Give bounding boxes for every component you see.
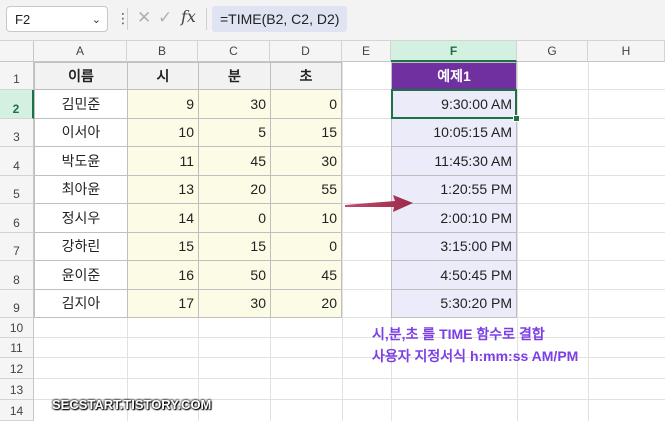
- select-all-corner[interactable]: [0, 41, 34, 62]
- name-cell[interactable]: 최아윤: [34, 175, 128, 204]
- watermark: SECSTART.TISTORY.COM: [52, 397, 212, 412]
- table-header-minute[interactable]: 분: [198, 62, 271, 90]
- name-cell[interactable]: 김지아: [34, 289, 128, 318]
- name-cell[interactable]: 강하린: [34, 232, 128, 261]
- time-result-cell[interactable]: 11:45:30 AM: [391, 146, 517, 176]
- minute-cell[interactable]: 30: [198, 89, 271, 119]
- minute-cell[interactable]: 45: [198, 146, 271, 176]
- column-header-b[interactable]: B: [127, 41, 198, 62]
- hour-cell[interactable]: 10: [127, 118, 199, 147]
- table-header-name[interactable]: 이름: [34, 62, 128, 90]
- formula-bar: F2 ⌄ ⋮ ✕ ✓ fx =TIME(B2, C2, D2): [0, 0, 665, 40]
- table-header-second[interactable]: 초: [270, 62, 342, 90]
- column-header-d[interactable]: D: [270, 41, 342, 62]
- second-cell[interactable]: 15: [270, 118, 342, 147]
- column-header-a[interactable]: A: [34, 41, 127, 62]
- check-icon[interactable]: ✓: [158, 8, 172, 28]
- minute-cell[interactable]: 5: [198, 118, 271, 147]
- cross-icon[interactable]: ✕: [137, 8, 151, 28]
- hour-cell[interactable]: 17: [127, 289, 199, 318]
- annotation-line-1: 시,분,초 를 TIME 함수로 결합: [372, 326, 545, 342]
- gridline: [342, 62, 343, 421]
- row-header-9[interactable]: 9: [0, 290, 34, 318]
- hour-cell[interactable]: 15: [127, 232, 199, 261]
- hour-cell[interactable]: 13: [127, 175, 199, 204]
- name-cell[interactable]: 윤이준: [34, 260, 128, 290]
- name-box-value: F2: [15, 12, 31, 27]
- minute-cell[interactable]: 20: [198, 175, 271, 204]
- row-header-2[interactable]: 2: [0, 90, 34, 119]
- row-header-1[interactable]: 1: [0, 62, 34, 90]
- row-header-4[interactable]: 4: [0, 147, 34, 176]
- name-cell[interactable]: 이서아: [34, 118, 128, 147]
- minute-cell[interactable]: 30: [198, 289, 271, 318]
- column-header-g[interactable]: G: [517, 41, 588, 62]
- chevron-down-icon[interactable]: ⌄: [92, 13, 101, 26]
- formula-input[interactable]: =TIME(B2, C2, D2): [212, 6, 348, 32]
- arrow-right-icon: [345, 195, 413, 212]
- row-header-3[interactable]: 3: [0, 119, 34, 147]
- second-cell[interactable]: 10: [270, 203, 342, 233]
- divider: [206, 8, 207, 30]
- gridline: [34, 337, 665, 338]
- second-cell[interactable]: 0: [270, 89, 342, 119]
- gridline: [34, 378, 665, 379]
- minute-cell[interactable]: 50: [198, 260, 271, 290]
- divider: [127, 8, 128, 30]
- example-header[interactable]: 예제1: [391, 62, 517, 90]
- time-result-cell[interactable]: 5:30:20 PM: [391, 289, 517, 318]
- hour-cell[interactable]: 14: [127, 203, 199, 233]
- gridline: [588, 62, 589, 421]
- row-header-14[interactable]: 14: [0, 400, 34, 421]
- hour-cell[interactable]: 11: [127, 146, 199, 176]
- name-cell[interactable]: 김민준: [34, 89, 128, 119]
- row-header-8[interactable]: 8: [0, 261, 34, 290]
- hour-cell[interactable]: 9: [127, 89, 199, 119]
- time-result-cell[interactable]: 3:15:00 PM: [391, 232, 517, 261]
- insert-function-icon[interactable]: fx: [181, 7, 196, 26]
- name-box[interactable]: F2 ⌄: [6, 6, 108, 32]
- time-result-cell[interactable]: 10:05:15 AM: [391, 118, 517, 147]
- second-cell[interactable]: 0: [270, 232, 342, 261]
- second-cell[interactable]: 20: [270, 289, 342, 318]
- row-header-5[interactable]: 5: [0, 176, 34, 204]
- annotation-line-2: 사용자 지정서식 h:mm:ss AM/PM: [372, 348, 579, 364]
- time-result-cell[interactable]: 4:50:45 PM: [391, 260, 517, 290]
- second-cell[interactable]: 45: [270, 260, 342, 290]
- minute-cell[interactable]: 15: [198, 232, 271, 261]
- column-header-e[interactable]: E: [342, 41, 391, 62]
- row-header-10[interactable]: 10: [0, 318, 34, 338]
- row-header-13[interactable]: 13: [0, 379, 34, 400]
- table-header-hour[interactable]: 시: [127, 62, 199, 90]
- name-cell[interactable]: 정시우: [34, 203, 128, 233]
- time-result-cell[interactable]: 9:30:00 AM: [391, 89, 517, 119]
- second-cell[interactable]: 55: [270, 175, 342, 204]
- column-header-c[interactable]: C: [198, 41, 270, 62]
- minute-cell[interactable]: 0: [198, 203, 271, 233]
- row-header-6[interactable]: 6: [0, 204, 34, 233]
- row-header-7[interactable]: 7: [0, 233, 34, 261]
- hour-cell[interactable]: 16: [127, 260, 199, 290]
- row-header-11[interactable]: 11: [0, 338, 34, 358]
- name-cell[interactable]: 박도윤: [34, 146, 128, 176]
- column-header-f[interactable]: F: [391, 41, 517, 62]
- fill-handle[interactable]: [513, 115, 520, 122]
- second-cell[interactable]: 30: [270, 146, 342, 176]
- column-header-h[interactable]: H: [588, 41, 665, 62]
- row-header-12[interactable]: 12: [0, 358, 34, 379]
